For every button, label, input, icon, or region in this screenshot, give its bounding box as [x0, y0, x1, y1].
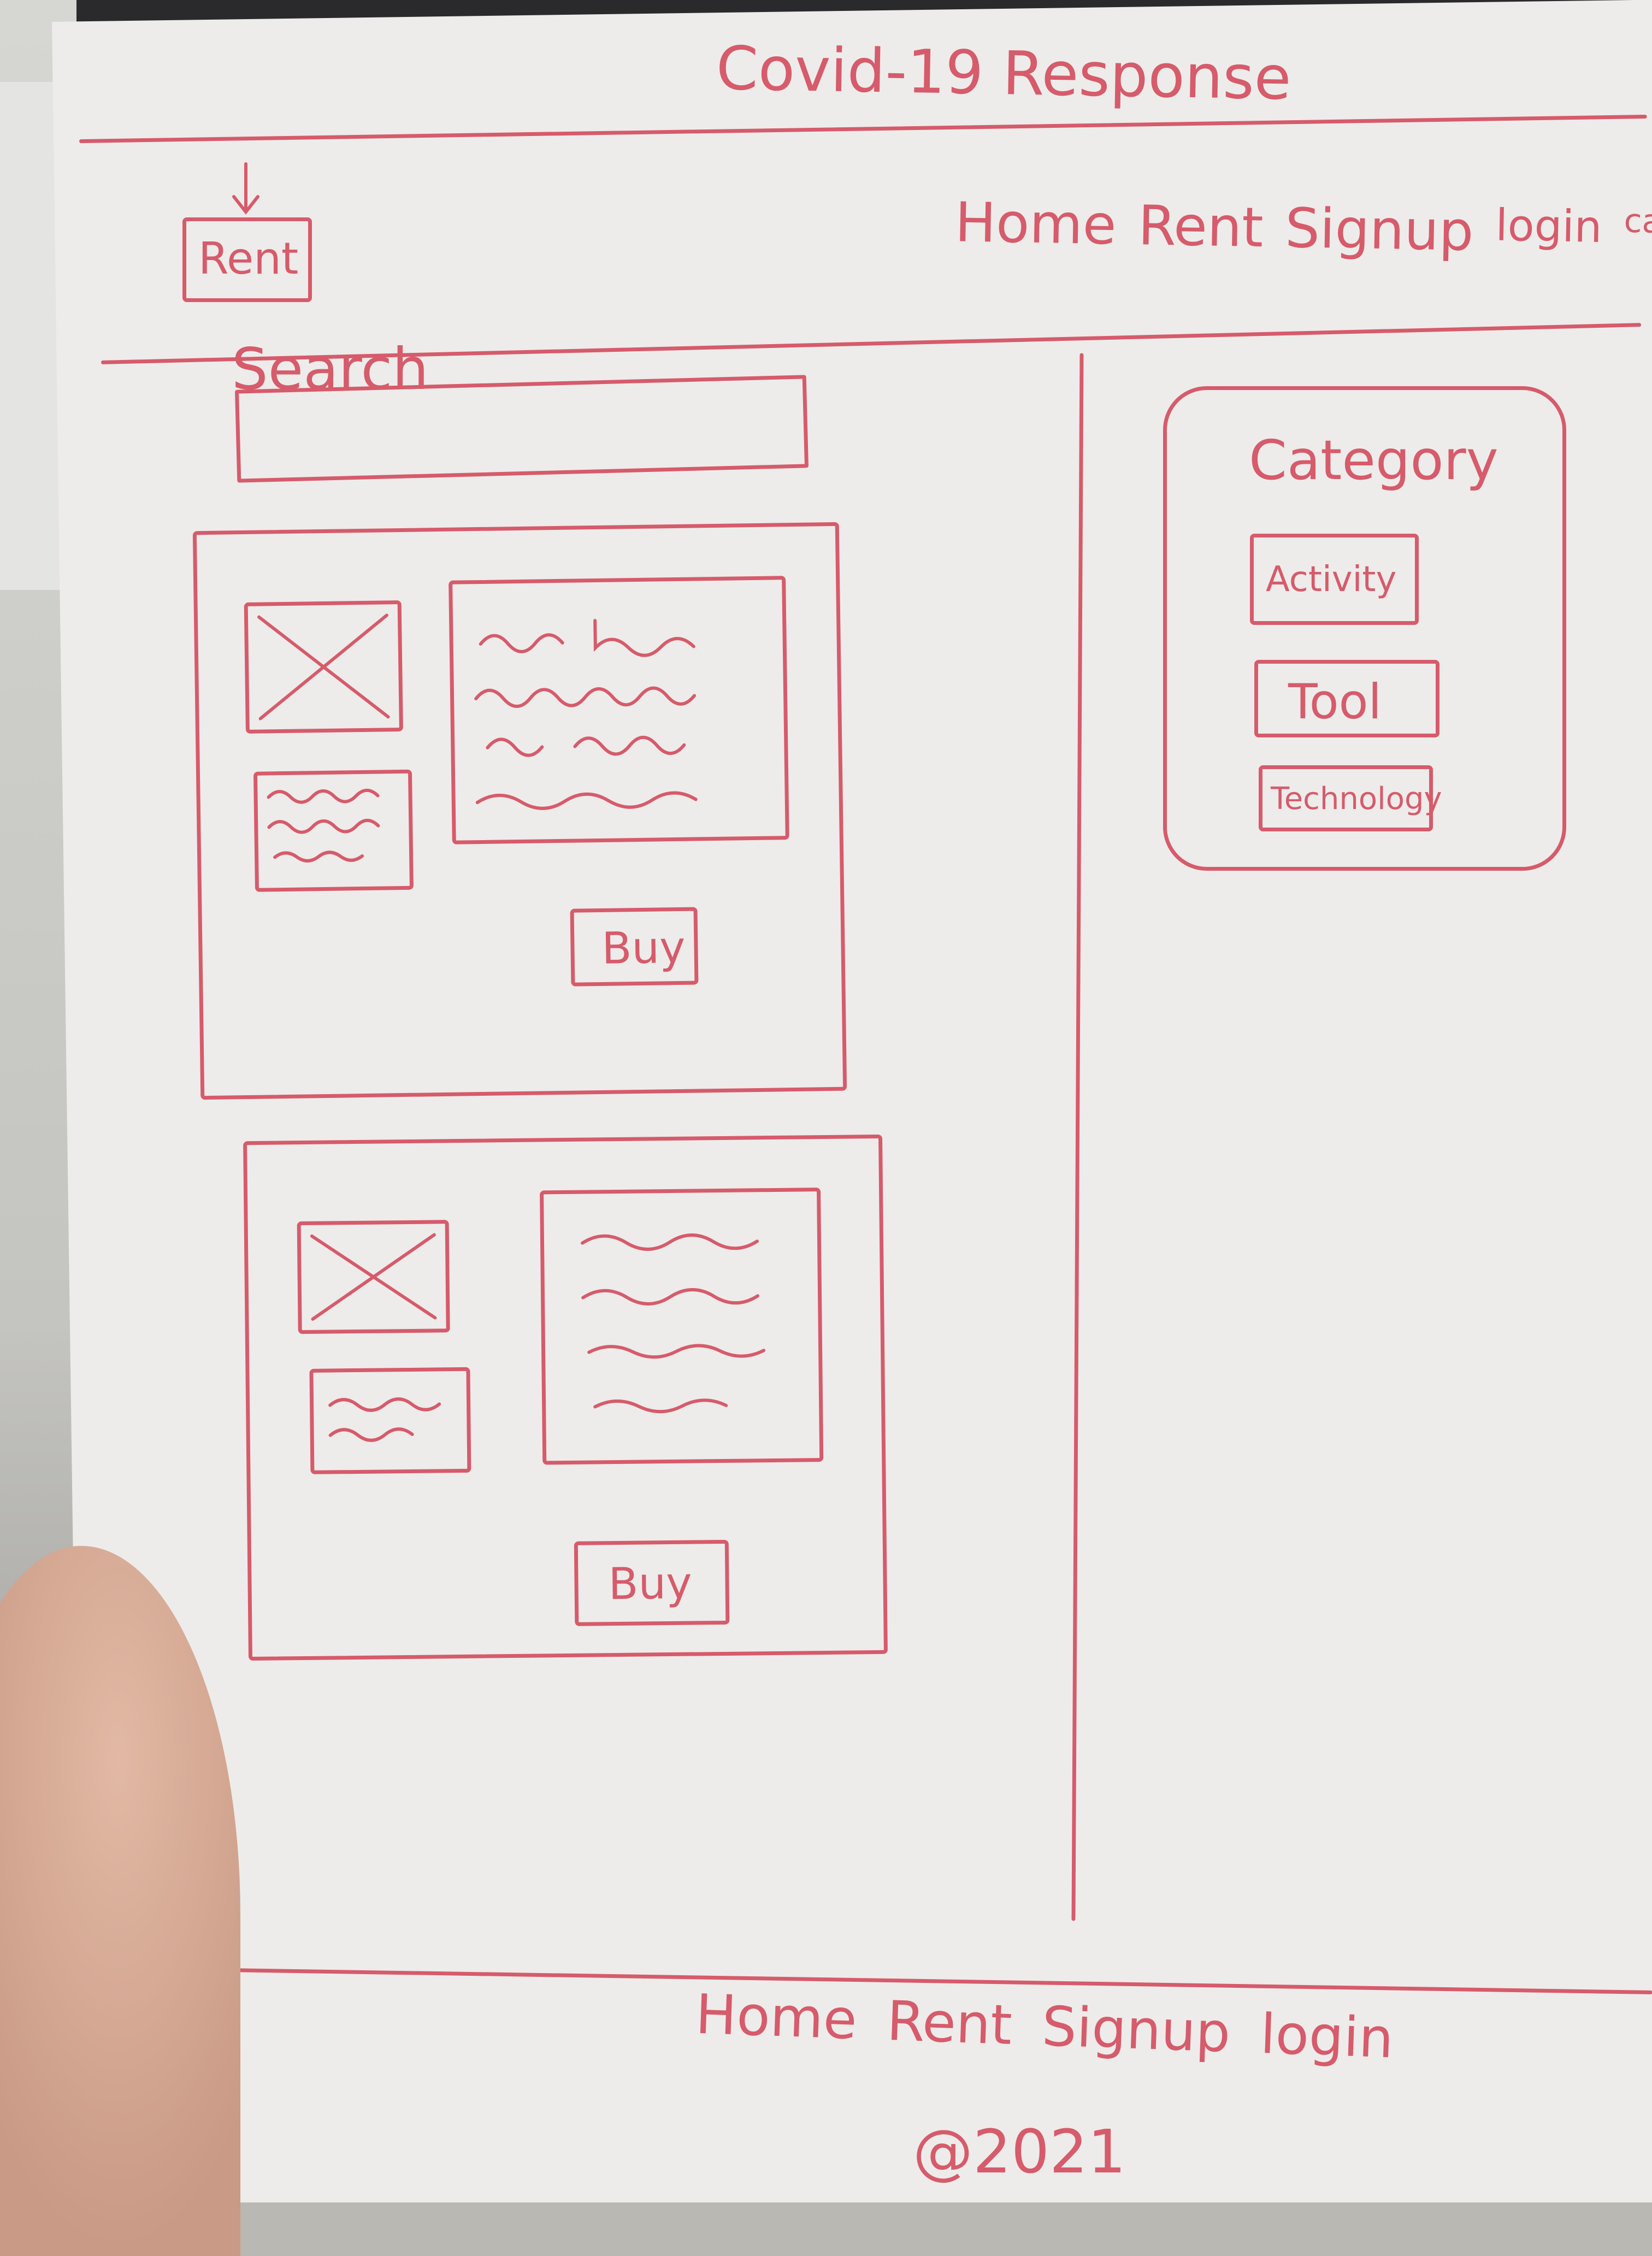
nav-home[interactable]: Home — [954, 190, 1117, 257]
image-placeholder-icon — [310, 1233, 437, 1321]
search-input[interactable] — [234, 375, 809, 483]
image-placeholder-icon — [257, 613, 390, 720]
scribble-text — [581, 1233, 766, 1414]
category-tool[interactable]: Tool — [1254, 660, 1439, 737]
logo-rent[interactable]: Rent — [182, 217, 312, 302]
footer-nav-rent[interactable]: Rent — [886, 1989, 1013, 2057]
product-meta — [253, 769, 414, 892]
scribble-text — [267, 788, 380, 863]
arrow-down-icon — [232, 162, 259, 215]
footer-nav-home[interactable]: Home — [694, 1982, 858, 2052]
nav-signup[interactable]: Signup — [1284, 196, 1474, 263]
category-activity[interactable]: Activity — [1250, 534, 1419, 625]
top-nav: Home Rent Signup login cart — [954, 190, 1652, 267]
category-title: Category — [1249, 428, 1498, 492]
category-label: Technology — [1271, 781, 1442, 817]
category-panel: Category Activity Tool Technology — [1163, 386, 1566, 871]
product-card: Buy — [243, 1134, 888, 1661]
product-description — [449, 576, 789, 844]
copyright: @2021 — [913, 2117, 1126, 2187]
buy-button-label: Buy — [601, 922, 686, 974]
buy-button[interactable]: Buy — [570, 907, 699, 987]
scribble-text — [328, 1397, 441, 1442]
footer-nav-login[interactable]: login — [1259, 2002, 1395, 2070]
product-card: Buy — [192, 522, 847, 1100]
buy-button-label: Buy — [608, 1557, 692, 1610]
nav-login[interactable]: login — [1495, 200, 1602, 265]
product-description — [540, 1188, 824, 1465]
product-image — [297, 1220, 450, 1334]
logo-label: Rent — [198, 233, 299, 284]
nav-cart[interactable]: cart — [1623, 202, 1652, 267]
footer-nav-signup[interactable]: Signup — [1041, 1994, 1231, 2065]
scribble-text — [474, 619, 698, 810]
nav-rent[interactable]: Rent — [1137, 193, 1264, 259]
product-meta — [309, 1367, 471, 1474]
product-image — [244, 600, 403, 734]
buy-button[interactable]: Buy — [574, 1539, 730, 1626]
site-title: Covid-19 Response — [715, 33, 1292, 114]
category-label: Tool — [1288, 674, 1382, 730]
category-technology[interactable]: Technology — [1259, 765, 1442, 831]
category-label: Activity — [1266, 559, 1397, 600]
